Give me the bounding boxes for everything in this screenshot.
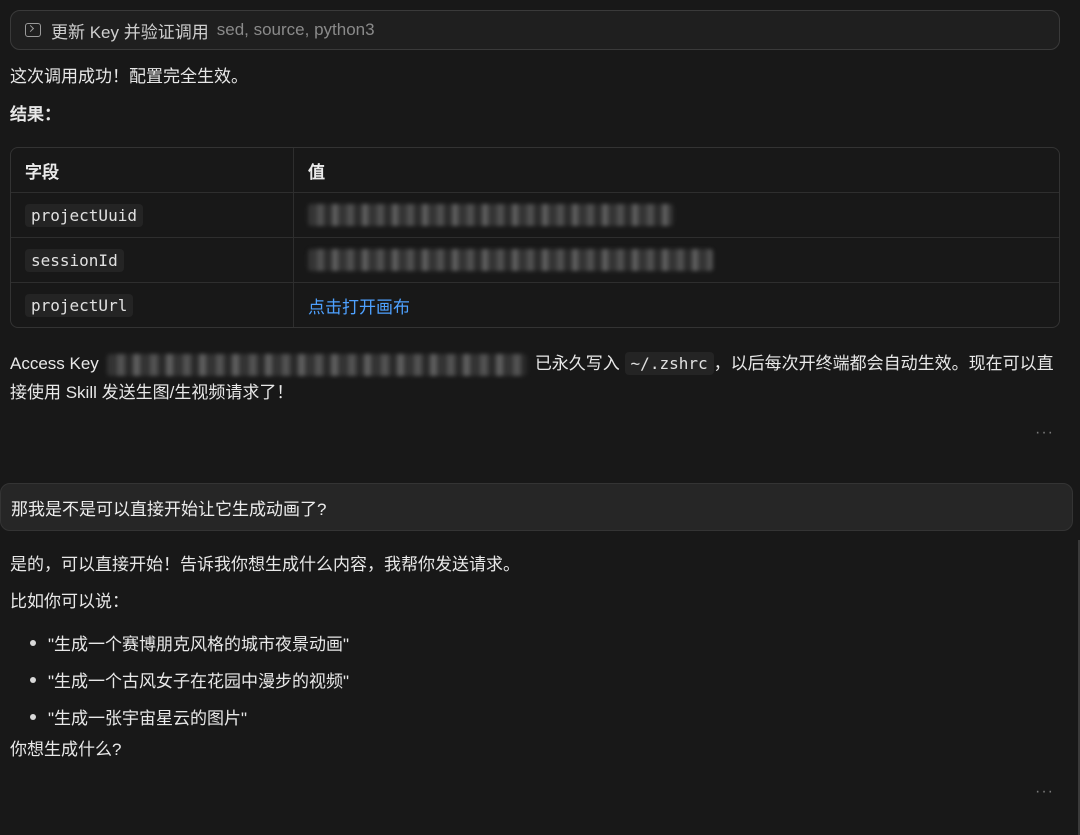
bullet-icon	[30, 639, 36, 646]
success-message: 这次调用成功！配置完全生效。	[10, 67, 248, 86]
chat-window: 更新 Key 并验证调用 sed, source, python3 这次调用成功…	[0, 0, 1080, 835]
zshrc-path: ~/.zshrc	[624, 352, 714, 375]
table-cell-value	[294, 238, 1059, 282]
list-item: "生成一个古风女子在花园中漫步的视频"	[30, 661, 349, 698]
table-row: projectUuid	[11, 193, 1059, 238]
open-canvas-link[interactable]: 点击打开画布	[308, 293, 410, 318]
access-written-text: 已永久写入	[534, 354, 620, 373]
user-message-bubble: 那我是不是可以直接开始让它生成动画了?	[0, 483, 1073, 531]
table-header-row: 字段 值	[11, 148, 1059, 193]
table-cell-field: projectUrl	[11, 283, 294, 327]
access-key-label: Access Key	[10, 354, 99, 373]
reply-line: 是的，可以直接开始！告诉我你想生成什么内容，我帮你发送请求。	[10, 555, 520, 574]
terminal-icon	[25, 23, 41, 37]
table-cell-field: projectUuid	[11, 193, 294, 237]
examples-intro: 比如你可以说：	[10, 592, 129, 611]
table-header-field: 字段	[11, 148, 294, 192]
result-table: 字段 值 projectUuid sessionId projectUrl 点击…	[10, 147, 1060, 328]
bullet-icon	[30, 713, 36, 720]
result-label: 结果：	[10, 105, 61, 124]
field-name: projectUrl	[25, 294, 134, 317]
table-cell-value: 点击打开画布	[294, 283, 1059, 327]
tool-call-commands: sed, source, python3	[216, 20, 375, 39]
field-name: sessionId	[25, 248, 124, 272]
user-message-text: 那我是不是可以直接开始让它生成动画了?	[11, 499, 327, 519]
redacted-value	[308, 249, 713, 271]
example-text: "生成一个古风女子在花园中漫步的视频"	[48, 672, 350, 691]
table-cell-value	[294, 193, 1059, 237]
table-row: projectUrl 点击打开画布	[11, 283, 1059, 327]
more-options-icon[interactable]: ···	[1035, 424, 1054, 442]
table-header-value: 值	[308, 162, 325, 182]
access-key-paragraph: Access Key 已永久写入 ~/.zshrc ，以后每次开终端都会自动生效。现…	[10, 349, 1060, 407]
more-options-icon[interactable]: ···	[1035, 783, 1054, 801]
list-item: "生成一张宇宙星云的图片"	[30, 698, 349, 735]
example-text: "生成一个赛博朋克风格的城市夜景动画"	[48, 635, 350, 654]
list-item: "生成一个赛博朋克风格的城市夜景动画"	[30, 624, 349, 661]
closing-question: 你想生成什么?	[10, 740, 122, 759]
tool-call-title: 更新 Key 并验证调用	[51, 22, 209, 42]
table-row: sessionId	[11, 238, 1059, 283]
redacted-access-key	[106, 353, 527, 376]
example-text: "生成一张宇宙星云的图片"	[48, 709, 248, 728]
example-list: "生成一个赛博朋克风格的城市夜景动画" "生成一个古风女子在花园中漫步的视频" …	[30, 624, 349, 735]
redacted-value	[308, 204, 673, 226]
table-cell-field: sessionId	[11, 238, 294, 282]
field-name: projectUuid	[25, 203, 143, 227]
tool-call-bar[interactable]: 更新 Key 并验证调用 sed, source, python3	[10, 10, 1060, 50]
bullet-icon	[30, 676, 36, 683]
